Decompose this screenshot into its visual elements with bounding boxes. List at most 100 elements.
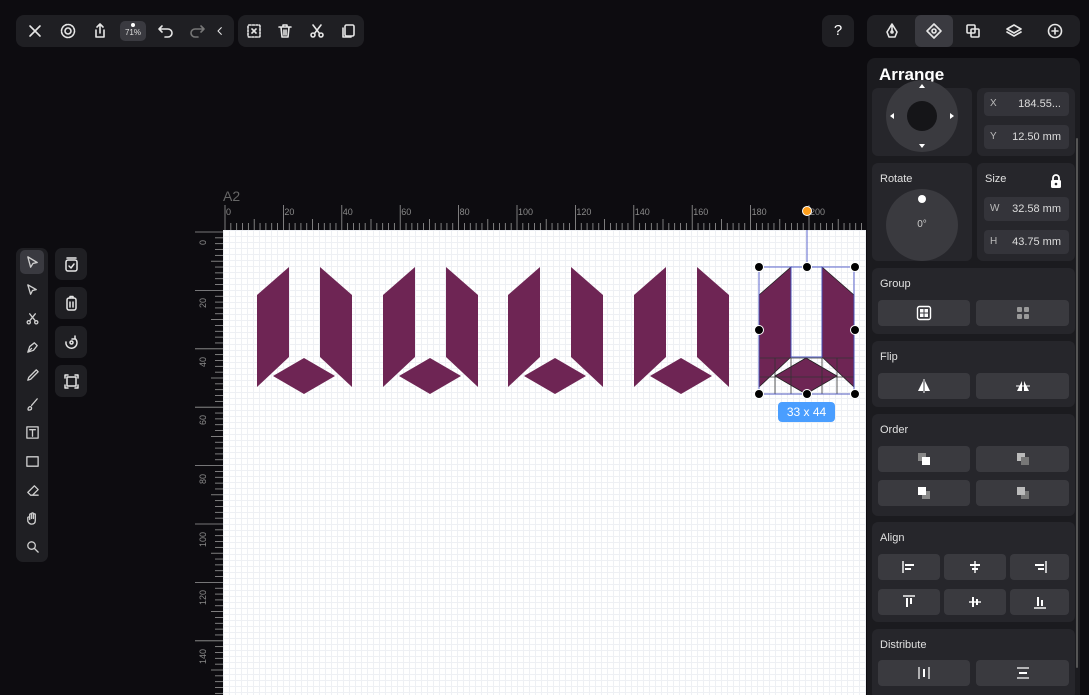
settings-button[interactable] <box>52 15 84 47</box>
ruler-label: 20 <box>198 298 208 309</box>
horizontal-ruler[interactable] <box>223 205 866 230</box>
deselect-button[interactable] <box>238 15 270 47</box>
align-center-horizontal-button[interactable] <box>944 554 1006 580</box>
shape-group-2[interactable] <box>383 267 478 394</box>
group-button[interactable] <box>878 300 970 326</box>
pencil-tool[interactable] <box>20 363 44 387</box>
nudge-pad[interactable] <box>886 80 958 152</box>
transform-button[interactable] <box>55 365 87 397</box>
rotate-icon <box>64 334 78 349</box>
pen-nib-icon <box>886 23 898 38</box>
align-right-icon <box>1034 561 1047 573</box>
x-field[interactable]: X 184.55... <box>984 92 1069 116</box>
align-left-button[interactable] <box>878 554 940 580</box>
selection-handle[interactable] <box>850 389 860 399</box>
trash-icon <box>278 24 292 38</box>
zoom-tool[interactable] <box>20 534 44 558</box>
rotate-button[interactable] <box>55 326 87 358</box>
tab-layers[interactable] <box>998 15 1030 47</box>
eraser-tool[interactable] <box>20 478 44 502</box>
ruler-label: 80 <box>198 473 208 484</box>
shape-tool[interactable] <box>20 449 44 473</box>
clipboard-button[interactable] <box>55 287 87 319</box>
rotate-card: Rotate 0° <box>872 163 972 261</box>
distribute-horizontal-button[interactable] <box>878 660 970 686</box>
hollow-pointer-icon <box>26 283 37 295</box>
shape-group-5-selected[interactable] <box>758 230 855 395</box>
send-to-back-icon <box>1016 487 1029 499</box>
selection-handle[interactable] <box>754 262 764 272</box>
ruler-label: 100 <box>198 531 208 547</box>
ungroup-button[interactable] <box>976 300 1069 326</box>
rotate-title: Rotate <box>880 173 913 185</box>
shape-group-3[interactable] <box>508 267 603 394</box>
height-field[interactable]: H 43.75 mm <box>984 230 1069 254</box>
selection-handle[interactable] <box>802 262 812 272</box>
selection-handle[interactable] <box>754 389 764 399</box>
selection-handle[interactable] <box>802 389 812 399</box>
duplicate-button[interactable] <box>332 15 364 47</box>
left-panel-shape[interactable] <box>257 267 289 387</box>
ruler-label: 0 <box>226 207 232 217</box>
send-backward-button[interactable] <box>878 480 970 506</box>
align-center-vertical-button[interactable] <box>944 589 1006 615</box>
flip-vertical-icon <box>1015 381 1030 391</box>
text-tool[interactable] <box>20 420 44 444</box>
width-field[interactable]: W 32.58 mm <box>984 197 1069 221</box>
panel-scrollbar[interactable] <box>1076 138 1078 668</box>
collapse-toolbar-button[interactable] <box>206 15 234 47</box>
selection-handle[interactable] <box>850 262 860 272</box>
pen-icon <box>26 341 38 353</box>
cut-button[interactable] <box>301 15 333 47</box>
rotate-value: 0° <box>917 219 927 230</box>
align-right-button[interactable] <box>1010 554 1069 580</box>
flip-horizontal-icon <box>918 379 930 393</box>
brush-tool[interactable] <box>20 392 44 416</box>
bring-forward-button[interactable] <box>976 446 1069 472</box>
diamond-shape[interactable] <box>273 358 335 394</box>
ruler-ticks <box>224 205 862 230</box>
selection-handle[interactable] <box>850 325 860 335</box>
align-bottom-button[interactable] <box>1010 589 1069 615</box>
tab-style[interactable] <box>876 15 908 47</box>
selection-tool[interactable] <box>20 250 44 274</box>
bring-forward-icon <box>1016 453 1029 465</box>
send-to-back-button[interactable] <box>976 480 1069 506</box>
flip-vertical-button[interactable] <box>976 373 1069 399</box>
studio-tabs <box>867 15 1080 47</box>
close-button[interactable] <box>19 15 51 47</box>
ruler-label: 200 <box>810 207 826 217</box>
main-toolbar: 71% <box>16 15 234 47</box>
rotate-handle[interactable] <box>802 206 812 216</box>
overlap-squares-icon <box>966 24 980 38</box>
y-field[interactable]: Y 12.50 mm <box>984 125 1069 149</box>
align-top-button[interactable] <box>878 589 940 615</box>
direct-select-tool[interactable] <box>20 278 44 302</box>
tab-arrange[interactable] <box>915 15 953 47</box>
clipboard-icon <box>65 295 77 311</box>
send-backward-icon <box>918 487 930 499</box>
undo-button[interactable] <box>150 15 182 47</box>
selection-handle[interactable] <box>754 325 764 335</box>
rotate-dial[interactable]: 0° <box>886 189 958 261</box>
zoom-indicator[interactable]: 71% <box>120 21 146 41</box>
bring-to-front-button[interactable] <box>878 446 970 472</box>
help-button[interactable]: ? <box>822 15 854 47</box>
shape-group-1[interactable] <box>257 267 352 394</box>
select-same-button[interactable] <box>55 248 87 280</box>
right-panel-shape[interactable] <box>320 267 352 387</box>
tab-import[interactable] <box>1039 15 1071 47</box>
shape-group-4[interactable] <box>634 267 729 394</box>
delete-button[interactable] <box>269 15 301 47</box>
flip-horizontal-button[interactable] <box>878 373 970 399</box>
eraser-icon <box>26 484 39 496</box>
pen-tool[interactable] <box>20 335 44 359</box>
ruler-label: 20 <box>284 207 295 217</box>
lock-icon[interactable] <box>1049 173 1063 189</box>
rotate-dial-knob[interactable] <box>918 195 926 203</box>
tab-path-operations[interactable] <box>957 15 989 47</box>
hand-tool[interactable] <box>20 506 44 530</box>
scissors-tool[interactable] <box>20 306 44 330</box>
share-button[interactable] <box>84 15 116 47</box>
distribute-vertical-button[interactable] <box>976 660 1069 686</box>
